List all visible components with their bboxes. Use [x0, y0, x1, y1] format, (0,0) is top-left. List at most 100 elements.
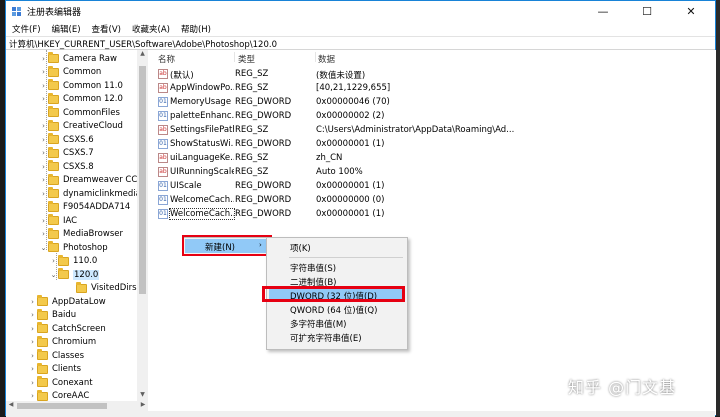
- tree-item-photoshop[interactable]: ⌄ Photoshop: [39, 241, 108, 255]
- tree-item-label: Camera Raw: [63, 53, 117, 64]
- tree-item-selected[interactable]: ⌄ 120.0: [49, 268, 100, 282]
- expand-icon[interactable]: ›: [39, 122, 48, 130]
- tree-item[interactable]: › Conexant: [28, 376, 93, 390]
- value-row[interactable]: 01 MemoryUsage REG_DWORD 0x00000046 (70): [156, 95, 716, 109]
- tree-item[interactable]: › Common 12.0: [39, 92, 123, 107]
- scroll-left-icon[interactable]: ◀: [6, 401, 16, 411]
- tree-item[interactable]: › Classes: [28, 349, 84, 363]
- value-name: ShowStatusWi...: [170, 139, 234, 149]
- value-row[interactable]: ab (默认) REG_SZ (数值未设置): [156, 67, 716, 81]
- submenu-item-expandable-string[interactable]: 可扩充字符串值(E): [269, 330, 405, 344]
- tree-item[interactable]: › 110.0: [49, 254, 98, 269]
- tree-item[interactable]: › Chromium: [28, 335, 96, 350]
- expand-icon[interactable]: ›: [39, 149, 48, 157]
- submenu-item-key[interactable]: 项(K): [269, 240, 405, 254]
- tree-item[interactable]: › AppDataLow: [28, 295, 106, 309]
- value-row[interactable]: ab SettingsFilePath REG_SZ C:\Users\Adminis…: [156, 123, 716, 137]
- address-bar[interactable]: 计算机\HKEY_CURRENT_USER\Software\Adobe\Pho…: [6, 36, 715, 50]
- tree-item[interactable]: › MediaBrowser: [39, 227, 123, 242]
- menu-help[interactable]: 帮助(H): [175, 21, 216, 36]
- column-header-name[interactable]: 名称: [158, 53, 175, 65]
- menu-view[interactable]: 查看(V): [86, 21, 126, 36]
- expand-icon[interactable]: ›: [28, 352, 37, 360]
- expand-icon[interactable]: ›: [28, 298, 37, 306]
- value-type: REG_DWORD: [235, 181, 292, 191]
- submenu-item-label: 项(K): [290, 244, 311, 254]
- tree-horizontal-scrollbar[interactable]: ◀ ▶: [6, 401, 148, 411]
- value-data: 0x00000002 (2): [316, 111, 385, 121]
- value-row[interactable]: ab uiLanguageKe... REG_SZ zh_CN: [156, 151, 716, 165]
- column-header-type[interactable]: 类型: [238, 53, 255, 65]
- submenu-item-label: 字符串值(S): [290, 264, 337, 274]
- expand-icon[interactable]: ›: [39, 163, 48, 171]
- tree-item[interactable]: › Clients: [28, 362, 81, 377]
- folder-icon: [48, 241, 59, 253]
- scroll-right-icon[interactable]: ▶: [138, 401, 148, 411]
- tree-item[interactable]: F9054ADDA714: [39, 200, 130, 215]
- expand-icon[interactable]: ›: [28, 325, 37, 333]
- expand-icon[interactable]: ›: [28, 311, 37, 319]
- tree-item[interactable]: › CatchScreen: [28, 322, 106, 336]
- menu-edit[interactable]: 编辑(E): [46, 21, 86, 36]
- maximize-button[interactable]: ☐: [625, 1, 669, 21]
- scroll-up-icon[interactable]: ▲: [137, 50, 148, 60]
- tree-vertical-scrollbar[interactable]: ▲ ▼: [137, 50, 148, 401]
- tree-item-label: 110.0: [73, 256, 98, 267]
- scroll-down-icon[interactable]: ▼: [137, 391, 148, 401]
- expand-icon[interactable]: ›: [39, 230, 48, 238]
- submenu-item-multi-string[interactable]: 多字符串值(M): [269, 316, 405, 330]
- tree-item[interactable]: › Baidu: [28, 308, 76, 323]
- collapse-icon[interactable]: ⌄: [39, 244, 48, 252]
- tree-item[interactable]: › CoreAAC: [28, 389, 89, 401]
- value-row-focused[interactable]: 01 WelcomeCach... REG_DWORD 0x00000001 (1): [156, 207, 716, 221]
- expand-icon[interactable]: ›: [39, 176, 48, 184]
- value-row[interactable]: 01 WelcomeCach... REG_DWORD 0x00000000 (0): [156, 193, 716, 207]
- tree-item[interactable]: › CSXS.6: [39, 133, 94, 147]
- scroll-thumb[interactable]: [139, 66, 146, 294]
- value-row[interactable]: 01 paletteEnhanc... REG_DWORD 0x00000002 (2…: [156, 109, 716, 123]
- tree-item[interactable]: › Dreamweaver CC 20: [39, 173, 147, 188]
- expand-icon[interactable]: ›: [39, 136, 48, 144]
- string-value-icon: ab: [158, 153, 168, 163]
- folder-icon: [48, 146, 59, 158]
- tree-item[interactable]: › CSXS.7: [39, 146, 94, 161]
- value-row[interactable]: 01 ShowStatusWi... REG_DWORD 0x00000001 (1): [156, 137, 716, 151]
- column-divider[interactable]: [315, 52, 316, 62]
- submenu-item-string[interactable]: 字符串值(S): [269, 260, 405, 274]
- value-row[interactable]: ab AppWindowPo... REG_SZ [40,21,1229,655]: [156, 81, 716, 95]
- scroll-thumb[interactable]: [17, 403, 107, 409]
- tree-item[interactable]: › Camera Raw: [39, 52, 117, 66]
- tree-item[interactable]: › Common 11.0: [39, 79, 123, 93]
- submenu-item-qword[interactable]: QWORD (64 位)值(Q): [269, 302, 405, 316]
- tree-item[interactable]: › Common: [39, 65, 101, 80]
- expand-icon[interactable]: ›: [39, 95, 48, 103]
- expand-icon[interactable]: ›: [28, 379, 37, 387]
- tree-item[interactable]: VisitedDirs: [67, 281, 137, 296]
- column-divider[interactable]: [234, 52, 235, 62]
- tree-item[interactable]: › dynamiclinkmediase: [39, 187, 147, 201]
- folder-icon: [37, 349, 48, 361]
- menu-file[interactable]: 文件(F): [6, 21, 46, 36]
- minimize-button[interactable]: —: [581, 1, 625, 21]
- tree-item[interactable]: CommonFiles: [39, 106, 120, 120]
- expand-icon[interactable]: ›: [39, 190, 48, 198]
- value-row[interactable]: 01 UIScale REG_DWORD 0x00000001 (1): [156, 179, 716, 193]
- expand-icon[interactable]: ›: [39, 82, 48, 90]
- expand-icon[interactable]: ›: [39, 55, 48, 63]
- tree-item[interactable]: › IAC: [39, 214, 77, 228]
- tree-item[interactable]: › CreativeCloud: [39, 119, 123, 134]
- expand-icon[interactable]: ›: [49, 257, 58, 265]
- tree-item-label: VisitedDirs: [91, 283, 137, 294]
- column-header-data[interactable]: 数据: [318, 53, 335, 65]
- tree-item[interactable]: › CSXS.8: [39, 160, 94, 174]
- menu-favorites[interactable]: 收藏夹(A): [126, 21, 175, 36]
- expand-icon[interactable]: ›: [28, 392, 37, 400]
- expand-icon[interactable]: ›: [39, 68, 48, 76]
- expand-icon[interactable]: ›: [28, 365, 37, 373]
- collapse-icon[interactable]: ⌄: [49, 271, 58, 279]
- expand-icon[interactable]: ›: [39, 217, 48, 225]
- close-button[interactable]: ✕: [669, 1, 713, 21]
- expand-icon[interactable]: ›: [28, 338, 37, 346]
- value-row[interactable]: ab UIRunningScale REG_SZ Auto 100%: [156, 165, 716, 179]
- binary-value-icon: 01: [158, 209, 168, 219]
